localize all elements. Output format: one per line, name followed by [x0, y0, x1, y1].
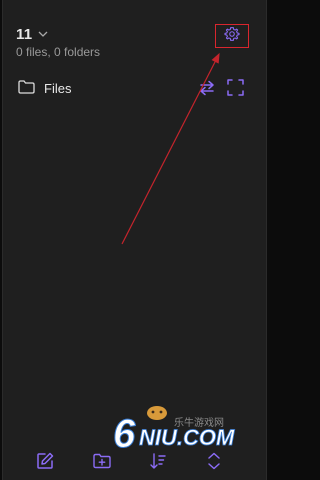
expand-corners-icon	[226, 79, 244, 101]
file-explorer-panel: 11 0 files, 0 folders Files 6 NIU.COM 乐牛…	[2, 0, 267, 480]
collapse-all-button[interactable]	[204, 452, 224, 473]
gear-icon	[224, 26, 240, 47]
sync-button[interactable]	[197, 80, 217, 100]
vault-name: 11	[16, 25, 33, 43]
vault-switcher[interactable]: 11	[16, 25, 48, 43]
chevron-down-icon	[38, 25, 48, 43]
settings-button[interactable]	[215, 24, 249, 48]
edit-note-icon	[36, 452, 54, 475]
swap-arrows-icon	[198, 80, 216, 101]
new-note-button[interactable]	[35, 452, 55, 475]
vault-stats: 0 files, 0 folders	[16, 45, 101, 59]
sort-button[interactable]	[148, 452, 168, 473]
new-folder-button[interactable]	[92, 453, 112, 473]
watermark-logo: 6 NIU.COM	[111, 403, 251, 457]
folder-icon	[18, 80, 35, 97]
files-section-header[interactable]: Files	[18, 80, 71, 97]
expand-button[interactable]	[225, 79, 245, 101]
svg-text:6: 6	[113, 412, 136, 455]
new-folder-icon	[93, 453, 111, 474]
watermark-text: 乐牛游戏网	[174, 418, 224, 429]
files-label: Files	[44, 81, 72, 96]
